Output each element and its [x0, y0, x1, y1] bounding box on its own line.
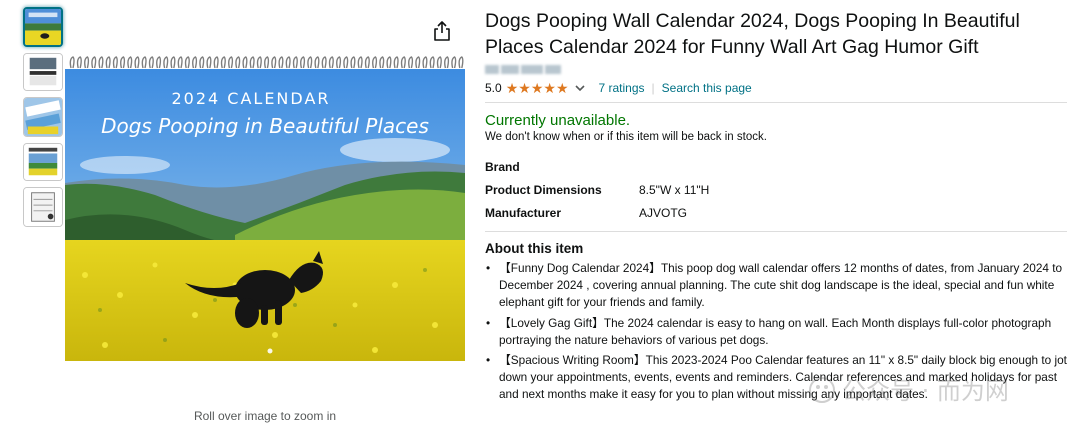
availability-status: Currently unavailable. [485, 112, 631, 129]
watermark-logo: 公众号 · 而为网 [809, 377, 1009, 405]
thumbnail-2[interactable] [23, 53, 63, 91]
spec-row-brand: Brand [485, 155, 1067, 178]
about-heading: About this item [485, 241, 584, 256]
spec-key: Manufacturer [485, 205, 562, 220]
rating-score: 5.0 [485, 81, 502, 95]
product-info: Dogs Pooping Wall Calendar 2024, Dogs Po… [485, 8, 1067, 407]
star-icon: ★ [543, 80, 556, 96]
divider [485, 231, 1067, 232]
main-product-image[interactable]: 2024 CALENDAR Dogs Pooping in Beautiful … [65, 55, 465, 361]
star-icon: ★ [555, 80, 569, 96]
spec-key: Product Dimensions [485, 182, 602, 197]
star-icon: ★ [530, 80, 544, 96]
ratings-count-link[interactable]: 7 ratings [599, 81, 645, 95]
spec-row-dimensions: Product Dimensions 8.5"W x 11"H [485, 178, 1067, 201]
thumbnail-3[interactable] [23, 97, 63, 137]
thumbnail-1[interactable] [23, 7, 63, 47]
about-bullet: 【Funny Dog Calendar 2024】This poop dog w… [485, 260, 1067, 312]
thumbnail-4[interactable] [23, 143, 63, 181]
divider [485, 102, 1067, 103]
rating-stars[interactable]: ★ ★ ★ ★ ★ [506, 81, 569, 95]
availability-note: We don't know when or if this item will … [485, 131, 767, 143]
about-bullet: 【Lovely Gag Gift】The 2024 calendar is ea… [485, 315, 1067, 349]
star-icon: ★ [505, 80, 519, 96]
rating-row: 5.0 ★ ★ ★ ★ ★ 7 ratings | Search this page [485, 80, 1067, 96]
star-icon: ★ [518, 80, 531, 96]
search-this-page-link[interactable]: Search this page [662, 81, 752, 95]
spec-row-manufacturer: Manufacturer AJVOTG [485, 201, 1067, 224]
specs-table: Brand Product Dimensions 8.5"W x 11"H Ma… [485, 155, 1067, 224]
svg-text:公众号 · 而为网: 公众号 · 而为网 [842, 377, 1009, 405]
spec-key: Brand [485, 159, 520, 174]
spec-value: 8.5"W x 11"H [639, 182, 710, 197]
calendar-year-text: 2024 CALENDAR [171, 89, 330, 108]
thumbnail-5[interactable] [23, 187, 63, 227]
product-title: Dogs Pooping Wall Calendar 2024, Dogs Po… [485, 10, 1020, 58]
spec-value: AJVOTG [639, 205, 688, 220]
blurred-brand-link[interactable] [485, 65, 1067, 77]
separator: | [651, 81, 655, 95]
calendar-subtitle-text: Dogs Pooping in Beautiful Places [101, 114, 429, 138]
chevron-down-icon[interactable] [573, 81, 587, 95]
share-icon[interactable] [432, 20, 452, 42]
zoom-hint: Roll over image to zoom in [193, 409, 337, 423]
